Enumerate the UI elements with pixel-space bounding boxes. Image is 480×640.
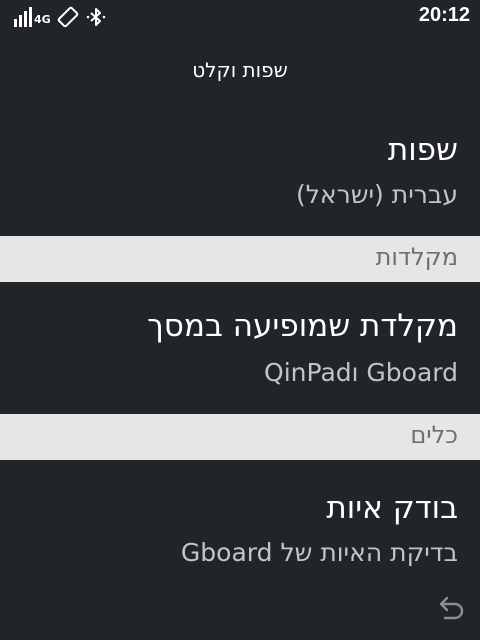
on-screen-keyboard-title: מקלדת שמופיעה במסך	[147, 308, 458, 344]
tools-category-header: כלים	[0, 414, 480, 460]
signal-icon	[14, 7, 32, 27]
spell-checker-summary: בדיקת האיות של Gboard	[180, 538, 458, 567]
status-bar: 4G 20:12	[0, 0, 480, 34]
keyboards-category-header: מקלדות	[0, 236, 480, 282]
clock: 20:12	[418, 4, 470, 26]
keyboards-category-title: מקלדות	[375, 243, 458, 271]
tools-category-title: כלים	[410, 421, 458, 449]
back-button[interactable]	[432, 592, 468, 628]
languages-preference[interactable]: שפות עברית (ישראל)	[0, 106, 480, 236]
spell-checker-title: בודק איות	[326, 490, 458, 526]
languages-summary: עברית (ישראל)	[295, 180, 458, 209]
on-screen-keyboard-summary: QinPadו Gboard	[264, 358, 458, 387]
bluetooth-icon	[85, 6, 107, 28]
on-screen-keyboard-preference[interactable]: מקלדת שמופיעה במסך QinPadו Gboard	[0, 282, 480, 412]
spell-checker-preference[interactable]: בודק איות בדיקת האיות של Gboard	[0, 462, 480, 592]
page-title: שפות וקלט	[192, 58, 288, 82]
app-bar: שפות וקלט	[0, 34, 480, 106]
network-type-label: 4G	[34, 12, 51, 26]
back-arrow-icon	[439, 596, 464, 620]
status-icons: 4G	[14, 6, 107, 28]
languages-title: שפות	[387, 132, 458, 168]
screen-rotate-icon	[57, 6, 79, 28]
